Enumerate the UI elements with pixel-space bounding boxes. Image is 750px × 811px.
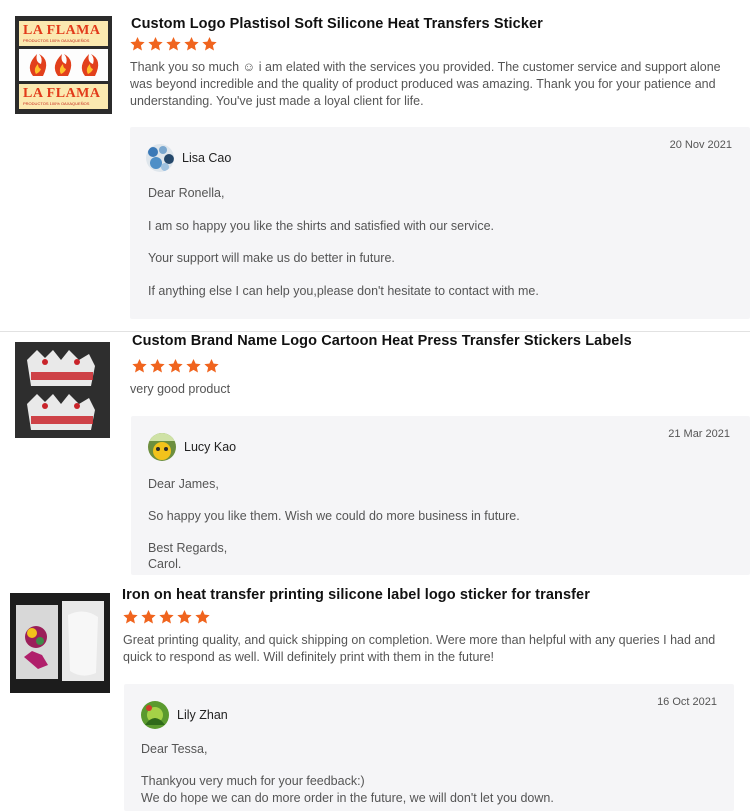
seller-name: Lucy Kao [184, 440, 237, 454]
reply-line: Best Regards, [148, 541, 228, 555]
review-text: very good product [130, 382, 231, 396]
star-icon [140, 609, 157, 625]
seller-avatar [141, 701, 169, 729]
star-icon [185, 358, 202, 374]
product-image [10, 593, 110, 693]
reply-line: If anything else I can help you,please d… [148, 284, 539, 298]
star-icon [131, 358, 148, 374]
seller-avatar [146, 144, 174, 172]
seller-name: Lisa Cao [182, 151, 232, 165]
star-icon [122, 609, 139, 625]
seller-info: Lucy Kao [148, 433, 236, 461]
reply-line: We do hope we can do more order in the f… [141, 791, 554, 805]
reply-line: Carol. [148, 557, 182, 571]
seller-info: Lily Zhan [141, 701, 228, 729]
product-title[interactable]: Iron on heat transfer printing silicone … [122, 587, 590, 603]
star-icon [158, 609, 175, 625]
reply-date: 16 Oct 2021 [657, 696, 717, 708]
review-text: Thank you so much ☺ i am elated with the… [130, 60, 721, 108]
star-icon [183, 36, 200, 52]
star-icon [201, 36, 218, 52]
reply-line: I am so happy you like the shirts and sa… [148, 219, 494, 233]
product-title[interactable]: Custom Logo Plastisol Soft Silicone Heat… [131, 16, 543, 32]
star-icon [147, 36, 164, 52]
reply-date: 20 Nov 2021 [669, 139, 732, 151]
thumb-sub-top: PRODUCTOS 100% OAXAQUEÑOS [23, 38, 90, 43]
rating-stars [122, 609, 211, 625]
product-title[interactable]: Custom Brand Name Logo Cartoon Heat Pres… [132, 333, 632, 349]
star-icon [167, 358, 184, 374]
seller-info: Lisa Cao [146, 144, 231, 172]
product-image [15, 342, 110, 438]
reply-greeting: Dear James, [148, 477, 219, 491]
reply-greeting: Dear Ronella, [148, 186, 225, 200]
star-icon [165, 36, 182, 52]
reply-greeting: Dear Tessa, [141, 742, 208, 756]
reply-date: 21 Mar 2021 [668, 428, 730, 440]
star-icon [194, 609, 211, 625]
reply-line: Your support will make us do better in f… [148, 251, 395, 265]
reply-line: So happy you like them. Wish we could do… [148, 509, 520, 523]
star-icon [149, 358, 166, 374]
rating-stars [129, 36, 218, 52]
product-thumbnail[interactable]: LA FLAMA PRODUCTOS 100% OAXAQUEÑOS LA FL… [15, 16, 112, 114]
seller-reply: 16 Oct 2021 Lily Zhan Dear Tessa, Thanky… [124, 684, 734, 811]
seller-name: Lily Zhan [177, 708, 228, 722]
thumb-brand-top: LA FLAMA [23, 23, 101, 38]
rating-stars [131, 358, 220, 374]
thumb-sub-bottom: PRODUCTOS 100% OAXAQUEÑOS [23, 101, 90, 106]
seller-avatar [148, 433, 176, 461]
thumb-brand-bottom: LA FLAMA [23, 86, 101, 101]
product-thumbnail[interactable] [10, 593, 110, 693]
divider [0, 331, 750, 332]
seller-reply: 20 Nov 2021 Lisa Cao Dear Ronella, I am … [130, 127, 750, 319]
seller-reply: 21 Mar 2021 Lucy Kao Dear James, So happ… [131, 416, 750, 575]
reply-line: Thankyou very much for your feedback:) [141, 774, 365, 788]
star-icon [176, 609, 193, 625]
product-thumbnail[interactable] [15, 342, 110, 438]
star-icon [129, 36, 146, 52]
review-text: Great printing quality, and quick shippi… [123, 633, 716, 664]
star-icon [203, 358, 220, 374]
